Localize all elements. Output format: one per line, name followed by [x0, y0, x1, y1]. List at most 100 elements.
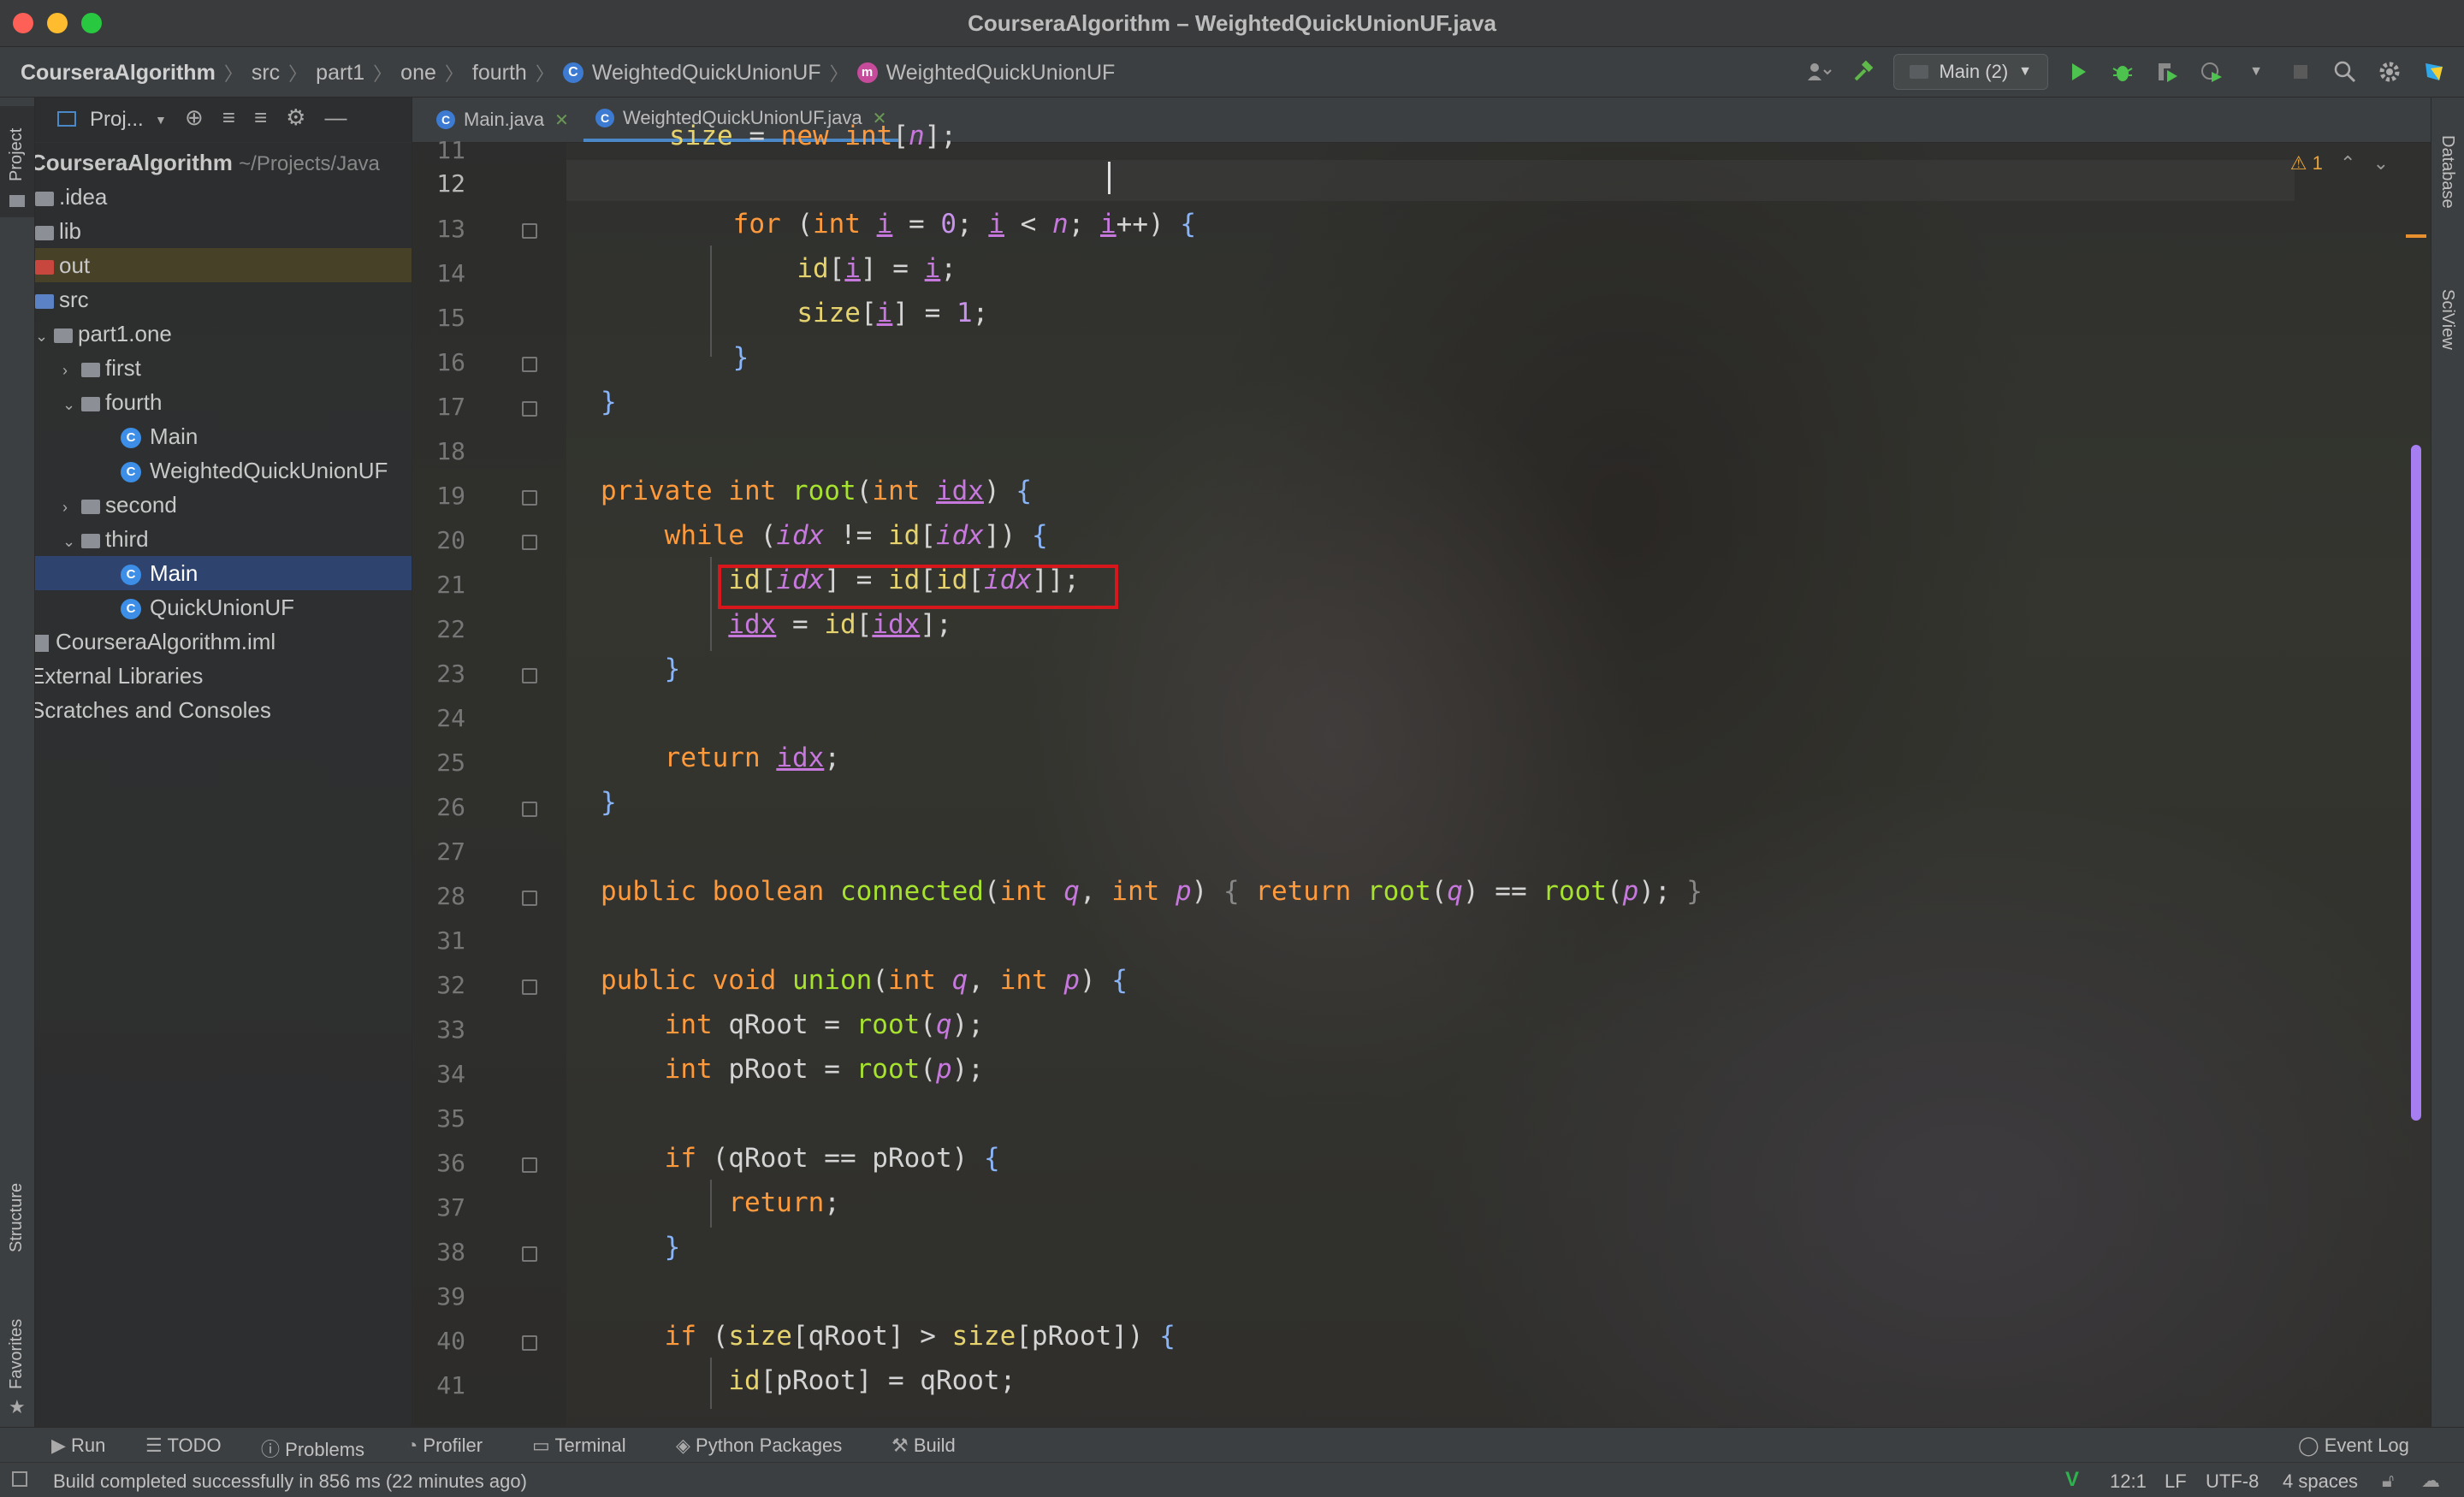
collapse-all-icon[interactable]: ≡ [254, 104, 267, 131]
profile-icon[interactable] [2197, 57, 2226, 86]
tree-item-quickunionuf[interactable]: C QuickUnionUF [35, 590, 412, 624]
problems-tool-button[interactable]: ⓘ Problems [261, 1435, 364, 1462]
chevron-right-icon[interactable]: › [62, 353, 74, 388]
fold-marker-icon[interactable] [522, 1157, 537, 1173]
tree-item-second[interactable]: › second [35, 488, 412, 522]
line-number: 32 [436, 971, 465, 999]
memory-indicator-icon[interactable]: ☁ [2421, 1470, 2440, 1492]
warning-stripe-mark[interactable] [2406, 234, 2426, 238]
fold-marker-icon[interactable] [522, 668, 537, 683]
build-hammer-icon[interactable] [1849, 57, 1878, 86]
event-log-button[interactable]: ◯ Event Log [2298, 1435, 2409, 1457]
run-tool-button[interactable]: ▶ Run [51, 1435, 105, 1457]
tree-item-main[interactable]: C Main [35, 419, 412, 453]
fold-marker-icon[interactable] [522, 223, 537, 239]
gear-icon[interactable]: ⚙ [286, 104, 305, 131]
tree-item-fourth[interactable]: ⌄ fourth [35, 385, 412, 419]
user-icon[interactable] [1804, 57, 1833, 86]
hide-panel-icon[interactable]: — [324, 104, 346, 131]
jetbrains-toolbox-icon[interactable] [2420, 57, 2449, 86]
tree-label: Scratches and Consoles [35, 697, 271, 723]
terminal-tool-button[interactable]: ▭ Terminal [532, 1435, 626, 1457]
vim-icon[interactable]: V [2065, 1468, 2079, 1492]
chevron-right-icon[interactable]: › [62, 490, 74, 524]
run-icon[interactable] [2064, 57, 2093, 86]
breadcrumb-method[interactable]: WeightedQuickUnionUF [886, 61, 1116, 86]
lock-icon[interactable]: 🔓︎ [2382, 1470, 2394, 1492]
tree-item-scratches[interactable]: Scratches and Consoles [35, 693, 412, 727]
chevron-up-icon[interactable]: ⌃ [2340, 152, 2355, 174]
editor-scrollbar[interactable] [2411, 445, 2421, 1121]
indent-setting[interactable]: 4 spaces [2283, 1470, 2358, 1493]
tree-item-external-libraries[interactable]: External Libraries [35, 659, 412, 693]
file-encoding[interactable]: UTF-8 [2206, 1470, 2259, 1493]
profiler-tool-button[interactable]: ◔ Profiler [406, 1435, 483, 1457]
caret-position[interactable]: 12:1 [2110, 1470, 2147, 1493]
search-icon[interactable] [2331, 57, 2360, 86]
code-editor[interactable]: size = new int[n]; for (int i = 0; i < n… [566, 121, 2406, 1426]
tree-item-src[interactable]: src [35, 282, 412, 317]
editor-gutter[interactable]: 11 12 13 14 15 16 17 18 19 20 21 22 23 2… [412, 136, 566, 1426]
code-line: size[i] = 1; [797, 298, 989, 328]
tree-item-first[interactable]: › first [35, 351, 412, 385]
fold-marker-icon[interactable] [522, 1246, 537, 1262]
breadcrumb-part1[interactable]: part1 [316, 61, 364, 86]
database-tool-window-button[interactable]: Database [2431, 106, 2464, 243]
package-icon [81, 533, 100, 548]
tree-item-idea[interactable]: .idea [35, 180, 412, 214]
indent-guide [710, 1358, 712, 1409]
tree-item-weightedquickunionuf[interactable]: C WeightedQuickUnionUF [35, 453, 412, 488]
close-tab-icon[interactable]: ✕ [554, 109, 569, 131]
more-run-options-icon[interactable]: ▼ [2242, 57, 2271, 86]
chevron-down-icon[interactable]: ⌄ [2373, 152, 2389, 174]
chevron-down-icon[interactable]: ⌄ [62, 388, 75, 422]
locate-icon[interactable]: ⊕ [185, 104, 204, 131]
breadcrumb-src[interactable]: src [252, 61, 280, 86]
breadcrumb: CourseraAlgorithm 〉 src 〉 part1 〉 one 〉 four… [21, 60, 1116, 86]
tree-item-root[interactable]: CourseraAlgorithm ~/Projects/Java [35, 145, 412, 180]
project-view-select[interactable]: Proj... [90, 108, 144, 132]
fold-marker-icon[interactable] [522, 535, 537, 550]
breadcrumb-one[interactable]: one [400, 61, 436, 86]
favorites-tool-window-button[interactable]: Favorites ★ [0, 1287, 34, 1423]
toggle-tool-windows-icon[interactable] [12, 1471, 27, 1487]
tree-item-main-selected[interactable]: C Main [35, 556, 412, 590]
fold-marker-icon[interactable] [522, 802, 537, 817]
tree-item-part1-one[interactable]: ⌄ part1.one [35, 317, 412, 351]
chevron-down-icon[interactable]: ⌄ [35, 319, 48, 353]
todo-tool-button[interactable]: ☰ TODO [145, 1435, 222, 1457]
line-separator[interactable]: LF [2165, 1470, 2187, 1493]
chevron-down-icon[interactable]: ⌄ [62, 524, 75, 559]
fold-marker-icon[interactable] [522, 490, 537, 506]
tree-item-out[interactable]: out [35, 248, 412, 282]
tree-item-lib[interactable]: lib [35, 214, 412, 248]
stop-icon[interactable] [2286, 57, 2315, 86]
fold-marker-icon[interactable] [522, 891, 537, 906]
tree-item-iml[interactable]: CourseraAlgorithm.iml [35, 624, 412, 659]
python-packages-tool-button[interactable]: ◈ Python Packages [676, 1435, 842, 1457]
settings-gear-icon[interactable] [2375, 57, 2404, 86]
fold-marker-icon[interactable] [522, 979, 537, 995]
breadcrumb-fourth[interactable]: fourth [472, 61, 527, 86]
structure-stripe-label: Structure [7, 1182, 26, 1252]
fold-marker-icon[interactable] [522, 357, 537, 372]
fold-marker-icon[interactable] [522, 401, 537, 417]
tree-label: second [105, 492, 177, 518]
sciview-tool-window-button[interactable]: SciView [2431, 260, 2464, 380]
breadcrumb-class[interactable]: WeightedQuickUnionUF [592, 61, 821, 86]
status-message[interactable]: Build completed successfully in 856 ms (… [53, 1470, 527, 1493]
tree-item-third[interactable]: ⌄ third [35, 522, 412, 556]
expand-all-icon[interactable]: ≡ [222, 104, 235, 131]
breadcrumb-project[interactable]: CourseraAlgorithm [21, 61, 216, 86]
coverage-icon[interactable] [2153, 57, 2182, 86]
code-line: } [664, 1232, 681, 1263]
line-number: 26 [436, 793, 465, 821]
tool-label: Problems [285, 1439, 365, 1460]
build-tool-button[interactable]: ⚒ Build [891, 1435, 956, 1457]
debug-icon[interactable] [2108, 57, 2137, 86]
structure-tool-window-button[interactable]: Structure [0, 1150, 34, 1269]
fold-marker-icon[interactable] [522, 1335, 537, 1351]
inspection-widget[interactable]: ⚠ 1 ⌃ ⌄ [2290, 152, 2389, 175]
project-tool-window-button[interactable]: Project [0, 106, 34, 217]
run-configuration-select[interactable]: Main (2) ▼ [1893, 54, 2048, 90]
